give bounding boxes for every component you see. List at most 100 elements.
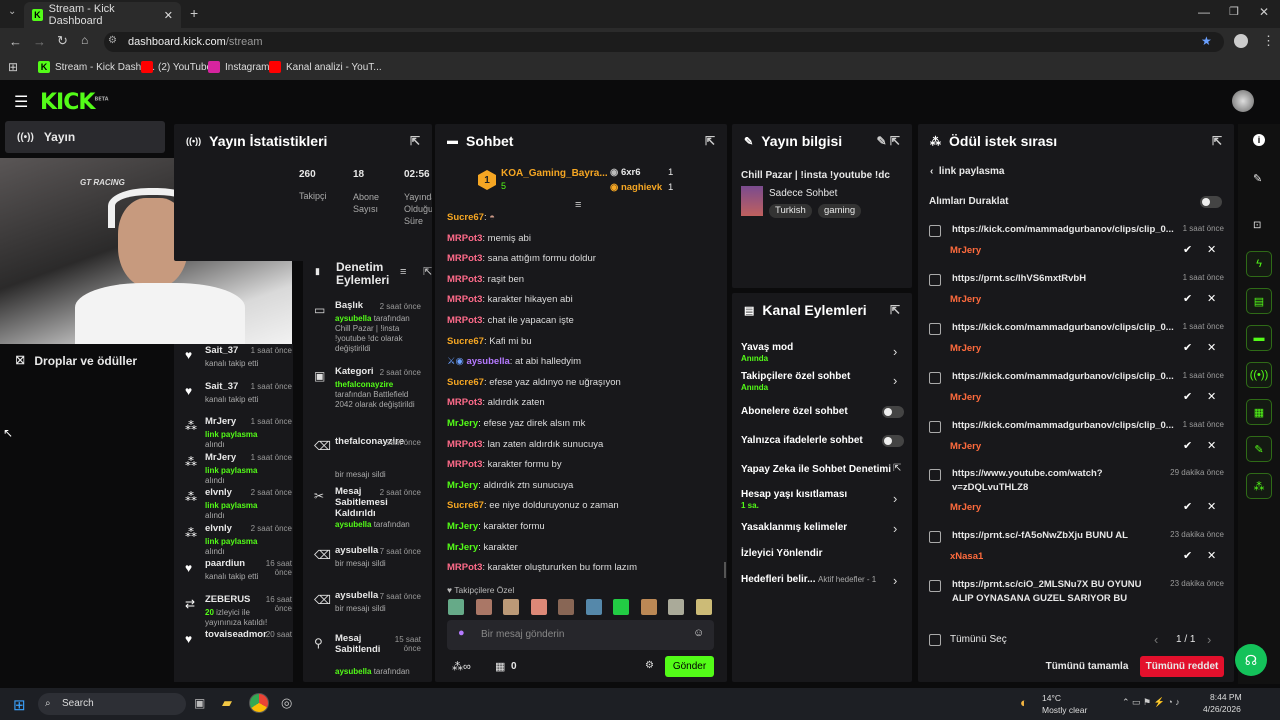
forward-icon[interactable]: → xyxy=(33,34,46,49)
activity-user[interactable]: ZEBERUS xyxy=(205,594,250,605)
wrench-shortcut-icon[interactable]: ✎ xyxy=(1246,436,1272,462)
minimize-icon[interactable]: — xyxy=(1198,5,1210,19)
select-all-checkbox[interactable] xyxy=(929,634,941,646)
channel-points-icon[interactable]: ⁂∞ xyxy=(452,660,471,673)
chat-username[interactable]: MRPot3 xyxy=(447,253,482,264)
chat-username[interactable]: Sucre67 xyxy=(447,336,484,347)
new-tab-icon[interactable]: + xyxy=(190,5,198,21)
edit-layout-icon[interactable]: ✎ xyxy=(1253,172,1262,185)
chat-username[interactable]: MRPot3 xyxy=(447,439,482,450)
close-window-icon[interactable]: ✕ xyxy=(1259,5,1269,19)
leader-name[interactable]: ◉ 6xr6 xyxy=(610,167,641,178)
bookmark-youtube[interactable]: (2) YouTube xyxy=(141,61,212,73)
channel-action-label[interactable]: Yapay Zeka ile Sohbet Denetimi xyxy=(741,464,891,475)
activity-user[interactable]: Sait_37 xyxy=(205,345,238,356)
reject-x-icon[interactable]: ✕ xyxy=(1207,292,1216,305)
chat-username[interactable]: MRPot3 xyxy=(447,233,482,244)
tray-icons[interactable]: ⌃ ▭ ⚑ ⚡ ◔ ♪ xyxy=(1122,697,1180,708)
broadcast-shortcut-icon[interactable]: ((•)) xyxy=(1246,362,1272,388)
bookmark-star-icon[interactable]: ★ xyxy=(1201,34,1212,48)
approve-check-icon[interactable]: ✔ xyxy=(1183,439,1192,452)
chat-settings-icon[interactable]: ⚙ xyxy=(645,660,654,671)
chat-username[interactable]: Sucre67 xyxy=(447,212,484,223)
popout-icon[interactable]: ⇱ xyxy=(423,265,432,278)
emote-picker-icon[interactable] xyxy=(448,599,464,615)
filter-icon[interactable]: ≡ xyxy=(400,266,406,278)
activity-user[interactable]: MrJery xyxy=(205,416,236,427)
request-checkbox[interactable] xyxy=(929,531,941,543)
back-icon[interactable]: ← xyxy=(9,34,22,49)
emote-picker-icon[interactable] xyxy=(613,599,629,615)
emote-picker-icon[interactable] xyxy=(475,599,492,615)
chat-username[interactable]: Sucre67 xyxy=(447,500,484,511)
home-icon[interactable]: ⌂ xyxy=(81,33,88,47)
activity-user[interactable]: Sait_37 xyxy=(205,381,238,392)
popout-icon[interactable]: ⇱ xyxy=(1212,134,1222,148)
taskbar-search[interactable]: ⌕ Search xyxy=(38,693,186,715)
mod-user[interactable]: aysubella xyxy=(335,667,371,676)
request-checkbox[interactable] xyxy=(929,421,941,433)
browser-menu-icon[interactable]: ⋮ xyxy=(1262,33,1275,49)
reject-x-icon[interactable]: ✕ xyxy=(1207,500,1216,513)
request-user[interactable]: xNasa1 xyxy=(950,551,983,562)
channel-action-toggle[interactable] xyxy=(882,406,904,418)
complete-all-button[interactable]: Tümünü tamamla xyxy=(1040,656,1134,677)
request-checkbox[interactable] xyxy=(929,469,941,481)
chevron-right-icon[interactable]: › xyxy=(893,573,897,588)
activity-user[interactable]: elvnly xyxy=(205,523,232,534)
collapse-pinned-icon[interactable]: ≡ xyxy=(575,199,581,211)
approve-check-icon[interactable]: ✔ xyxy=(1183,390,1192,403)
chat-input[interactable]: ● Bir mesaj gönderin ☺ xyxy=(447,620,714,650)
chevron-right-icon[interactable]: › xyxy=(893,521,897,536)
tag-chip[interactable]: gaming xyxy=(818,204,862,218)
approve-check-icon[interactable]: ✔ xyxy=(1183,341,1192,354)
chat-username[interactable]: MrJery xyxy=(447,480,478,491)
top-gifter-name[interactable]: KOA_Gaming_Bayra... xyxy=(501,168,608,179)
tab-list-icon[interactable]: ⌄ xyxy=(8,6,16,17)
emote-picker-icon[interactable] xyxy=(695,599,712,615)
mod-user[interactable]: aysubella xyxy=(335,520,371,529)
prev-page-icon[interactable]: ‹ xyxy=(1154,632,1158,647)
browser-tab[interactable]: K Stream - Kick Dashboard ✕ xyxy=(24,2,181,28)
approve-check-icon[interactable]: ✔ xyxy=(1183,500,1192,513)
info-icon[interactable]: i xyxy=(1253,134,1265,146)
popout-icon[interactable]: ⇱ xyxy=(705,134,715,148)
approve-check-icon[interactable]: ✔ xyxy=(1183,549,1192,562)
chat-username[interactable]: MRPot3 xyxy=(447,274,482,285)
request-checkbox[interactable] xyxy=(929,225,941,237)
chat-username[interactable]: aysubella xyxy=(466,356,509,367)
request-user[interactable]: MrJery xyxy=(950,343,981,354)
channel-action-label[interactable]: Abonelere özel sohbet xyxy=(741,406,848,417)
hamburger-menu-icon[interactable]: ☰ xyxy=(14,92,28,112)
next-page-icon[interactable]: › xyxy=(1207,632,1211,647)
chat-username[interactable]: MRPot3 xyxy=(447,397,482,408)
sidebar-item-yayin[interactable]: ((•)) Yayın xyxy=(5,121,165,153)
chat-username[interactable]: MrJery xyxy=(447,542,478,553)
request-user[interactable]: MrJery xyxy=(950,502,981,513)
reject-all-button[interactable]: Tümünü reddet xyxy=(1140,656,1224,677)
screenshot-icon[interactable]: ⊡ xyxy=(1253,220,1261,231)
pause-redemptions-toggle[interactable] xyxy=(1200,196,1222,208)
sidebar-item-drops[interactable]: ⛝ Droplar ve ödüller xyxy=(16,354,137,368)
tag-chip[interactable]: Turkish xyxy=(769,204,812,218)
popout-icon[interactable]: ⇱ xyxy=(410,134,420,148)
chat-username[interactable]: MRPot3 xyxy=(447,315,482,326)
request-checkbox[interactable] xyxy=(929,274,941,286)
reject-x-icon[interactable]: ✕ xyxy=(1207,439,1216,452)
chat-username[interactable]: MRPot3 xyxy=(447,294,482,305)
chat-username[interactable]: MrJery xyxy=(447,521,478,532)
channel-action-label[interactable]: Yalnızca ifadelerle sohbet xyxy=(741,435,863,446)
request-checkbox[interactable] xyxy=(929,323,941,335)
app-icon[interactable]: ◎ xyxy=(281,695,292,711)
site-info-icon[interactable]: ⚙ xyxy=(108,35,117,46)
approve-check-icon[interactable]: ✔ xyxy=(1183,243,1192,256)
request-user[interactable]: MrJery xyxy=(950,245,981,256)
chevron-right-icon[interactable]: › xyxy=(893,491,897,506)
request-user[interactable]: MrJery xyxy=(950,294,981,305)
channel-action-label[interactable]: Yasaklanmış kelimeler xyxy=(741,522,847,533)
edit-icon[interactable]: ✎ ⇱ xyxy=(877,134,900,148)
reject-x-icon[interactable]: ✕ xyxy=(1207,390,1216,403)
approve-check-icon[interactable]: ✔ xyxy=(1183,292,1192,305)
quick-action-icon[interactable]: ϟ xyxy=(1246,251,1272,277)
request-user[interactable]: MrJery xyxy=(950,392,981,403)
